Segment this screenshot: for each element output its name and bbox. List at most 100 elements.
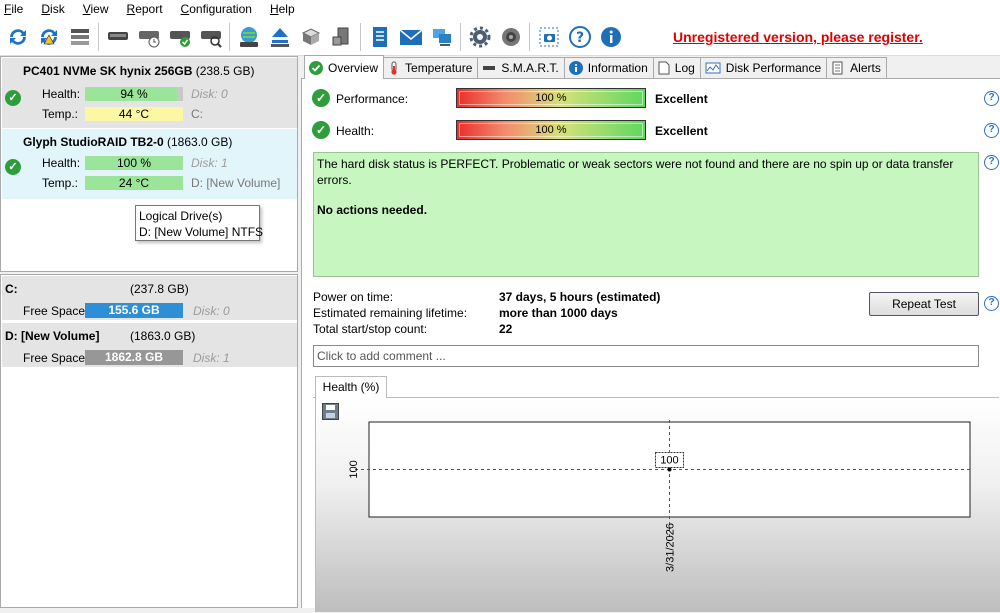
- repeat-test-button[interactable]: Repeat Test: [869, 292, 979, 316]
- help-icon[interactable]: ?: [564, 21, 595, 53]
- register-link[interactable]: Unregistered version, please register.: [673, 29, 923, 45]
- power-on-value: 37 days, 5 hours (estimated): [499, 290, 661, 304]
- thermometer-icon: [388, 61, 400, 75]
- physical-disks-panel: PC401 NVMe SK hynix 256GB (238.5 GB) ✓ H…: [0, 56, 298, 272]
- screenshot-icon[interactable]: [533, 21, 564, 53]
- free-space-bar: 155.6 GB: [85, 303, 183, 318]
- menu-help[interactable]: Help: [266, 2, 301, 16]
- info-icon: [568, 61, 583, 75]
- health-bar: 100 %: [85, 156, 183, 170]
- comment-input[interactable]: Click to add comment ...: [313, 345, 979, 367]
- refresh-icon[interactable]: [2, 21, 33, 53]
- toolbar-separator: [460, 22, 461, 51]
- help-icon[interactable]: ?: [984, 296, 999, 311]
- health-bar: 94 %: [85, 87, 183, 101]
- help-icon[interactable]: ?: [984, 91, 999, 106]
- check-icon: [309, 60, 323, 75]
- x-tick-label: 3/31/2026: [665, 523, 677, 572]
- chart-tab-bar: Health (%): [313, 376, 999, 399]
- alerts-icon: [831, 61, 845, 75]
- smart-icon: [482, 61, 496, 75]
- startstop-label: Total start/stop count:: [313, 322, 428, 336]
- menu-disk[interactable]: Disk: [37, 2, 70, 16]
- disk-card[interactable]: PC401 NVMe SK hynix 256GB (238.5 GB) ✓ H…: [2, 58, 297, 128]
- data-point: [667, 467, 672, 472]
- help-icon[interactable]: ?: [984, 155, 999, 170]
- lifetime-value: more than 1000 days: [499, 306, 618, 320]
- volume-card[interactable]: C: (237.8 GB) Free Space 155.6 GB Disk: …: [2, 276, 297, 320]
- disk-card[interactable]: Glyph StudioRAID TB2-0 (1863.0 GB) ✓ Hea…: [2, 129, 297, 199]
- disk-name: PC401 NVMe SK hynix 256GB (238.5 GB): [23, 64, 255, 78]
- logical-drive-tooltip: Logical Drive(s) D: [New Volume] NTFS: [135, 205, 263, 241]
- tab-disk-performance[interactable]: Disk Performance: [699, 57, 828, 78]
- settings-gear-icon[interactable]: [464, 21, 495, 53]
- globe-disk-icon[interactable]: [233, 21, 264, 53]
- toolbar-separator: [229, 22, 230, 51]
- menu-file[interactable]: File: [0, 2, 29, 16]
- status-message-box: The hard disk status is PERFECT. Problem…: [313, 152, 979, 277]
- refresh-warning-icon[interactable]: [33, 21, 64, 53]
- help-icon[interactable]: ?: [984, 123, 999, 138]
- overview-panel: ✓ Performance: 100 % Excellent ? ✓ Healt…: [301, 79, 1000, 612]
- eject-icon[interactable]: [264, 21, 295, 53]
- svg-text:?: ?: [575, 30, 583, 46]
- disk-list-pane: PC401 NVMe SK hynix 256GB (238.5 GB) ✓ H…: [0, 56, 298, 608]
- disk-check-icon[interactable]: [164, 21, 195, 53]
- speaker-icon[interactable]: [495, 21, 526, 53]
- power-on-label: Power on time:: [313, 290, 394, 304]
- temp-label: Temp.:: [42, 176, 79, 190]
- disk-list-icon[interactable]: [64, 21, 95, 53]
- startstop-value: 22: [499, 322, 513, 336]
- disk-number: Disk: 0: [191, 87, 228, 101]
- health-label: Health:: [42, 156, 81, 170]
- disk-clock-icon[interactable]: [133, 21, 164, 53]
- y-tick-label: 100: [348, 460, 360, 478]
- disk-icon[interactable]: [102, 21, 133, 53]
- disk-name: Glyph StudioRAID TB2-0 (1863.0 GB): [23, 135, 233, 149]
- temp-label: Temp.:: [42, 107, 79, 121]
- drive-letter: D: [New Volume]: [191, 176, 281, 190]
- menu-report[interactable]: Report: [123, 2, 169, 16]
- temp-bar: 24 °C: [85, 176, 183, 190]
- tab-log[interactable]: Log: [652, 57, 701, 78]
- server-down-icon[interactable]: [326, 21, 357, 53]
- tab-health-percent[interactable]: Health (%): [315, 376, 387, 399]
- mail-icon[interactable]: [395, 21, 426, 53]
- data-label: 100: [660, 455, 678, 467]
- log-icon: [658, 61, 670, 75]
- health-label: Health:: [336, 124, 375, 138]
- free-space-label: Free Space: [23, 304, 86, 318]
- performance-icon: [705, 61, 721, 75]
- network-icon[interactable]: [426, 21, 457, 53]
- tab-information[interactable]: Information: [563, 57, 654, 78]
- details-pane: Overview Temperature S.M.A.R.T. Informat…: [301, 55, 1000, 612]
- menu-view[interactable]: View: [79, 2, 115, 16]
- toolbar-separator: [98, 22, 99, 51]
- drive-letter: C:: [191, 107, 203, 121]
- tab-smart[interactable]: S.M.A.R.T.: [477, 57, 565, 78]
- free-space-bar: 1862.8 GB: [85, 350, 183, 365]
- health-ok-icon: ✓: [312, 121, 330, 139]
- health-label: Health:: [42, 87, 81, 101]
- volume-title: D: [New Volume]: [5, 329, 100, 343]
- menu-configuration[interactable]: Configuration: [177, 2, 258, 16]
- menu-bar: File Disk View Report Configuration Help: [0, 0, 1000, 18]
- status-action: No actions needed.: [317, 203, 428, 217]
- disk-number: Disk: 1: [193, 351, 230, 365]
- free-space-label: Free Space: [23, 351, 86, 365]
- tab-temperature[interactable]: Temperature: [383, 57, 479, 78]
- performance-bar: 100 %: [456, 88, 646, 108]
- tab-alerts[interactable]: Alerts: [826, 57, 887, 78]
- disk-search-icon[interactable]: [195, 21, 226, 53]
- info-icon[interactable]: [595, 21, 626, 53]
- volume-card[interactable]: D: [New Volume] (1863.0 GB) Free Space 1…: [2, 323, 297, 367]
- performance-label: Performance:: [336, 92, 409, 106]
- notepad-icon[interactable]: [364, 21, 395, 53]
- tab-overview[interactable]: Overview: [304, 55, 385, 79]
- performance-rating: Excellent: [655, 92, 708, 106]
- server-icon[interactable]: [295, 21, 326, 53]
- tab-bar: Overview Temperature S.M.A.R.T. Informat…: [301, 55, 1000, 79]
- health-chart: 100 3/31/2026 100: [315, 398, 1000, 612]
- volume-title: C:: [5, 282, 18, 296]
- lifetime-label: Estimated remaining lifetime:: [313, 306, 468, 320]
